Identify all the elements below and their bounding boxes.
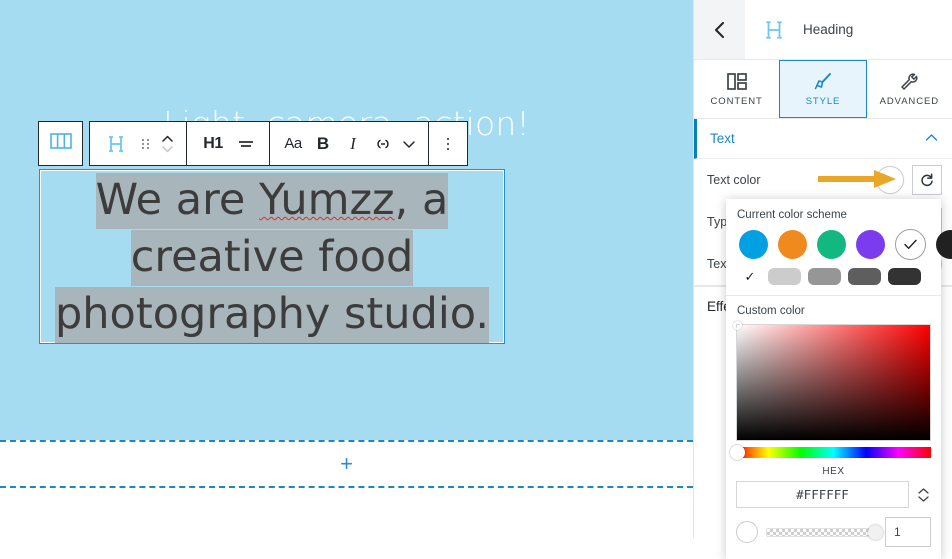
scheme-swatch-orange[interactable]: [778, 230, 807, 259]
parent-column-button[interactable]: [38, 121, 83, 166]
heading-line1-post: , a: [394, 175, 449, 225]
tint-swatch-row: ✓: [726, 268, 941, 295]
section-header-text[interactable]: Text: [694, 119, 952, 159]
wrench-icon: [899, 71, 919, 91]
sidebar-tabs: CONTENT STYLE ADVANCED: [694, 60, 952, 119]
saturation-value-picker[interactable]: [733, 321, 931, 441]
tab-style-label: STYLE: [805, 96, 841, 107]
add-section-button[interactable]: +: [340, 453, 353, 475]
toolbar-group-options: [429, 122, 467, 165]
heading-line-2: creative food: [130, 230, 414, 286]
color-picker-popover[interactable]: Current color scheme ✓ Custom color HEX …: [726, 199, 952, 559]
content-layout-icon: [726, 71, 747, 91]
vertical-dots: [447, 137, 449, 150]
scheme-swatch-row: [726, 229, 952, 268]
toolbar-group-format: Aa B I: [270, 122, 429, 165]
row-text-color-label: Text color: [707, 173, 761, 187]
chevron-left-icon: [714, 21, 724, 38]
alpha-preview-circle: [736, 521, 758, 543]
reset-text-color-button[interactable]: [912, 165, 942, 195]
scheme-swatch-blue[interactable]: [739, 230, 768, 259]
heading-line1-pre: We are: [95, 175, 260, 225]
tab-style[interactable]: STYLE: [779, 60, 867, 118]
widget-title: Heading: [803, 22, 854, 37]
tint-selected-check: ✓: [744, 268, 756, 284]
tab-content-label: CONTENT: [710, 96, 763, 107]
columns-icon: [49, 133, 72, 154]
heading-block-icon[interactable]: [98, 122, 134, 165]
tint-swatch-light[interactable]: [768, 268, 801, 285]
caret-up-icon: [917, 487, 929, 494]
alpha-value-input[interactable]: 1: [885, 517, 931, 547]
alpha-slider[interactable]: [766, 524, 883, 540]
saturation-cursor[interactable]: [733, 321, 742, 330]
hue-slider-knob[interactable]: [730, 445, 745, 460]
caret-down-icon: [917, 495, 929, 502]
custom-color-label: Custom color: [737, 305, 805, 317]
reset-icon: [921, 173, 933, 187]
popover-divider: [726, 295, 941, 296]
heading-line-3: photography studio.: [55, 287, 489, 343]
block-toolbar-main[interactable]: H1 Aa B I: [89, 121, 468, 166]
heading-level-button[interactable]: H1: [195, 122, 231, 165]
empty-section-placeholder[interactable]: +: [0, 440, 693, 488]
move-up-down-icon[interactable]: [156, 122, 178, 165]
current-scheme-label: Current color scheme: [737, 209, 847, 221]
toolbar-group-block: [90, 122, 187, 165]
tab-advanced[interactable]: ADVANCED: [867, 60, 952, 118]
italic-button[interactable]: I: [338, 122, 368, 165]
heading-line-1: We are Yumzz, a: [95, 173, 449, 229]
hex-format-spinner[interactable]: [915, 487, 931, 502]
scheme-swatch-green[interactable]: [817, 230, 846, 259]
align-icon[interactable]: [231, 122, 261, 165]
bold-button[interactable]: B: [308, 122, 338, 165]
tint-swatch-darkest[interactable]: [888, 268, 921, 285]
heading-text[interactable]: We are Yumzz, a creative food photograph…: [39, 172, 505, 343]
brush-icon: [813, 71, 833, 91]
chevron-up-icon: [925, 133, 938, 145]
tint-swatch-dark[interactable]: [848, 268, 881, 285]
link-icon[interactable]: [368, 122, 398, 165]
hex-row: #FFFFFF: [726, 481, 941, 508]
check-icon: [904, 239, 917, 249]
row-text-color[interactable]: Text color: [694, 159, 952, 201]
more-options-icon[interactable]: [437, 122, 459, 165]
text-size-button[interactable]: Aa: [278, 122, 308, 165]
block-toolbar[interactable]: H1 Aa B I: [38, 121, 468, 166]
page-canvas[interactable]: Light, camera, action! We are Yumzz, a c…: [0, 0, 693, 538]
scheme-swatch-white-selected[interactable]: [895, 229, 926, 260]
scheme-swatch-black[interactable]: [936, 230, 952, 259]
heading-misspelled-word: Yumzz: [259, 175, 395, 225]
sidebar-header: Heading: [694, 0, 952, 60]
scheme-swatch-purple[interactable]: [856, 230, 885, 259]
tab-content[interactable]: CONTENT: [694, 60, 779, 118]
tint-swatch-medium[interactable]: [808, 268, 841, 285]
chevron-down-icon[interactable]: [398, 122, 420, 165]
alpha-row: 1: [726, 508, 941, 559]
section-title: Text: [710, 131, 735, 146]
heading-widget-icon: [763, 19, 785, 41]
tab-advanced-label: ADVANCED: [879, 96, 939, 107]
text-color-swatch-button[interactable]: [876, 166, 904, 194]
hex-caption: HEX: [822, 466, 845, 477]
drag-dots: [141, 138, 149, 149]
back-button[interactable]: [694, 0, 745, 59]
toolbar-group-heading: H1: [187, 122, 270, 165]
hex-input[interactable]: #FFFFFF: [736, 481, 909, 508]
alpha-slider-knob[interactable]: [868, 524, 883, 540]
drag-handle-icon[interactable]: [134, 122, 156, 165]
hue-slider[interactable]: [730, 445, 931, 460]
